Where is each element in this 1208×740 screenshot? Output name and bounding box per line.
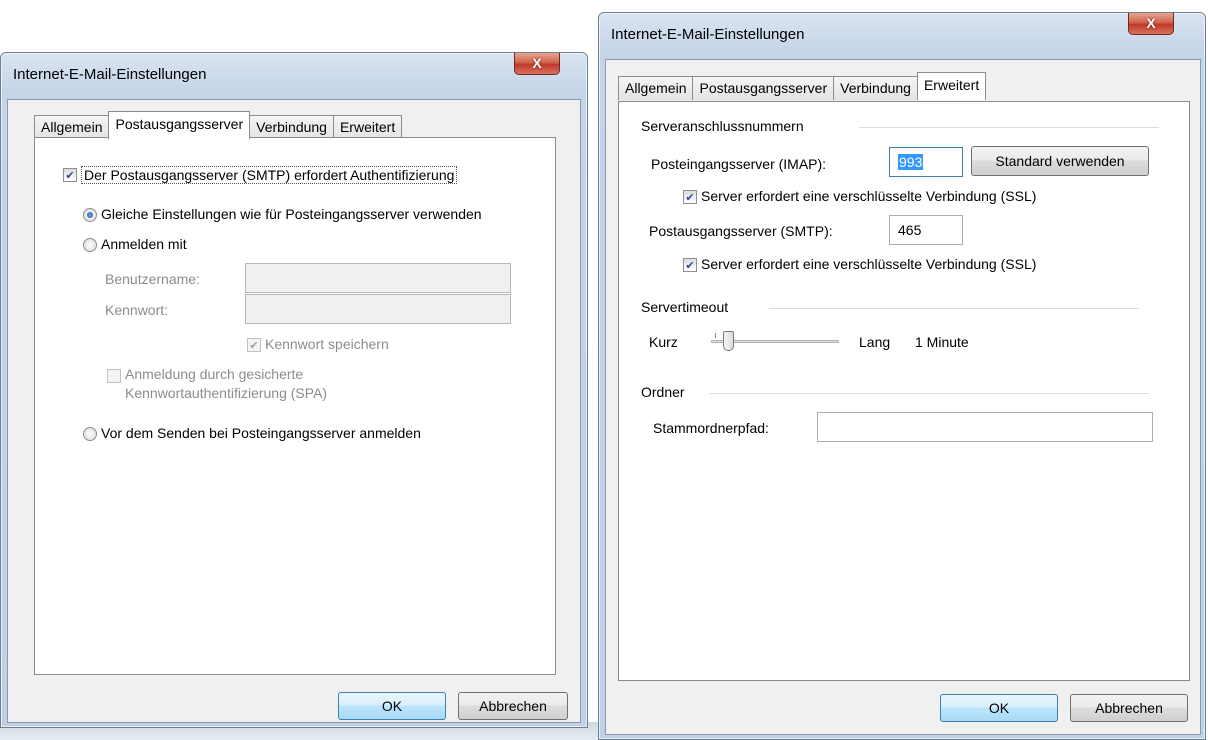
login-with-label[interactable]: Anmelden mit [101,236,187,252]
password-field[interactable] [245,294,511,324]
right-dialog-titlebar[interactable]: Internet-E-Mail-Einstellungen X [599,13,1205,59]
use-default-button[interactable]: Standard verwenden [971,146,1149,176]
left-dialog-client: Allgemein Postausgangsserver Verbindung … [7,99,581,723]
timeout-long-label: Lang [859,334,891,350]
left-ok-button[interactable]: OK [338,692,446,720]
smtp-auth-checkbox[interactable] [63,168,77,182]
timeout-section-divider [769,308,1139,309]
right-close-button[interactable]: X [1128,13,1174,35]
spa-label-line2[interactable]: Kennwortauthentifizierung (SPA) [125,385,327,401]
left-tab-panel: Der Postausgangsserver (SMTP) erfordert … [34,137,556,675]
imap-port-value: 993 [898,154,924,170]
timeout-section-heading: Servertimeout [641,299,729,315]
smtp-port-value: 465 [898,222,922,238]
left-dialog-titlebar[interactable]: Internet-E-Mail-Einstellungen X [1,53,587,99]
right-tab-panel: Serveranschlussnummern Posteingangsserve… [618,101,1190,681]
close-icon: X [1146,15,1156,31]
right-tab-postausgangsserver[interactable]: Postausgangsserver [692,76,835,100]
ports-section-heading: Serveranschlussnummern [641,118,804,134]
ports-section-divider [859,127,1159,128]
folders-section-divider [709,393,1149,394]
smtp-auth-label[interactable]: Der Postausgangsserver (SMTP) erfordert … [81,166,458,184]
right-cancel-button[interactable]: Abbrechen [1070,694,1188,722]
right-tab-allgemein[interactable]: Allgemein [618,76,694,100]
folders-section-heading: Ordner [641,384,685,400]
smtp-port-field[interactable]: 465 [889,215,963,245]
left-tab-allgemein[interactable]: Allgemein [34,115,110,139]
username-label: Benutzername: [105,271,200,287]
login-before-send-label[interactable]: Vor dem Senden bei Posteingangsserver an… [101,425,421,441]
timeout-slider-thumb[interactable] [722,331,734,351]
imap-port-label: Posteingangsserver (IMAP): [651,156,827,172]
close-icon: X [532,55,542,71]
username-field[interactable] [245,263,511,293]
save-password-label[interactable]: Kennwort speichern [265,336,389,352]
right-dialog-client: Allgemein Postausgangsserver Verbindung … [605,59,1201,735]
left-tab-erweitert[interactable]: Erweitert [332,115,403,139]
left-tab-strip: Allgemein Postausgangsserver Verbindung … [34,111,403,139]
left-close-button[interactable]: X [514,53,560,75]
ssl-imap-checkbox[interactable] [683,190,697,204]
slider-tick [715,333,716,338]
right-tab-strip: Allgemein Postausgangsserver Verbindung … [618,72,987,100]
same-settings-radio[interactable] [83,208,97,222]
smtp-port-label: Postausgangsserver (SMTP): [649,223,833,239]
right-dialog-window: Internet-E-Mail-Einstellungen X Allgemei… [598,12,1206,740]
spa-checkbox[interactable] [107,369,121,383]
ssl-imap-label[interactable]: Server erfordert eine verschlüsselte Ver… [701,188,1036,204]
login-before-send-radio[interactable] [83,427,97,441]
imap-port-field[interactable]: 993 [889,147,963,177]
save-password-checkbox[interactable] [247,338,261,352]
root-folder-field[interactable] [817,412,1153,442]
left-tab-verbindung[interactable]: Verbindung [249,115,334,139]
timeout-short-label: Kurz [649,334,678,350]
left-dialog-window: Internet-E-Mail-Einstellungen X Allgemei… [0,52,588,728]
ssl-smtp-checkbox[interactable] [683,258,697,272]
left-cancel-button[interactable]: Abbrechen [458,692,568,720]
timeout-value-label: 1 Minute [915,334,969,350]
spa-label-line1[interactable]: Anmeldung durch gesicherte [125,366,303,382]
left-tab-postausgangsserver[interactable]: Postausgangsserver [108,111,251,139]
login-with-radio[interactable] [83,238,97,252]
ssl-smtp-label[interactable]: Server erfordert eine verschlüsselte Ver… [701,256,1036,272]
right-tab-erweitert[interactable]: Erweitert [916,72,987,100]
same-settings-label[interactable]: Gleiche Einstellungen wie für Posteingan… [101,206,482,222]
right-dialog-title: Internet-E-Mail-Einstellungen [611,26,805,43]
right-ok-button[interactable]: OK [940,694,1058,722]
password-label: Kennwort: [105,302,169,318]
right-tab-verbindung[interactable]: Verbindung [833,76,918,100]
root-folder-label: Stammordnerpfad: [653,420,769,436]
left-dialog-title: Internet-E-Mail-Einstellungen [13,66,207,83]
